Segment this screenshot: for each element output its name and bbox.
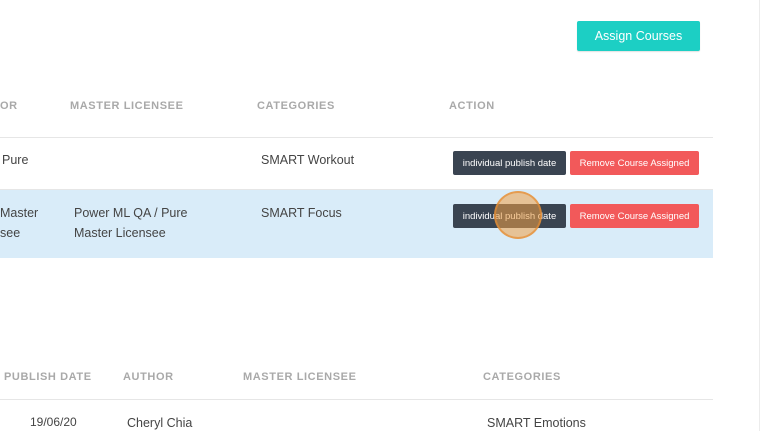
column-header-author: OR [0, 100, 18, 112]
individual-publish-date-button[interactable]: individual publish date [453, 204, 566, 228]
individual-publish-date-button[interactable]: individual publish date [453, 151, 566, 175]
master-licensee-cell-line1: Power ML QA / Pure [74, 206, 188, 220]
author-cell: Pure [2, 153, 29, 167]
scrollbar[interactable] [759, 0, 760, 431]
publish-date-cell: 19/06/20 [30, 415, 77, 429]
master-licensee-cell-line2: Master Licensee [74, 226, 166, 240]
category-cell: SMART Emotions [487, 416, 586, 430]
remove-course-assigned-button[interactable]: Remove Course Assigned [570, 204, 699, 228]
column-header-action: ACTION [449, 100, 495, 112]
assign-courses-button[interactable]: Assign Courses [577, 21, 700, 51]
author-cell-line2: see [0, 226, 21, 240]
column-header-master-licensee: MASTER LICENSEE [70, 100, 184, 112]
remove-course-assigned-button[interactable]: Remove Course Assigned [570, 151, 699, 175]
column-header-publish-date: PUBLISH DATE [4, 371, 92, 383]
column-header-master-licensee: MASTER LICENSEE [243, 371, 357, 383]
category-cell: SMART Workout [261, 153, 355, 167]
header-divider [0, 137, 713, 138]
author-cell: Cheryl Chia [127, 416, 193, 430]
author-cell-line1: Master [0, 206, 39, 220]
category-cell: SMART Focus [261, 206, 342, 220]
column-header-categories: CATEGORIES [483, 371, 561, 383]
column-header-author: AUTHOR [123, 371, 174, 383]
header-divider [0, 399, 713, 400]
column-header-categories: CATEGORIES [257, 100, 335, 112]
right-gutter [713, 0, 774, 431]
